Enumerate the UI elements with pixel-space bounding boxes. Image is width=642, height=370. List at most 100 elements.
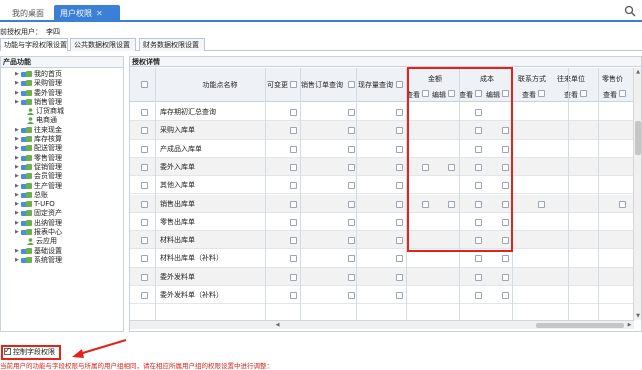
- expand-arrow-icon[interactable]: ▶: [15, 70, 19, 79]
- row-change-checkbox[interactable]: [290, 200, 297, 208]
- tree-item[interactable]: ▶ 出纳管理: [1, 219, 123, 228]
- row-sales-checkbox[interactable]: [348, 218, 355, 226]
- row-change-checkbox[interactable]: [290, 292, 297, 299]
- expand-arrow-icon[interactable]: ▶: [15, 200, 19, 209]
- row-select-checkbox[interactable]: [141, 145, 148, 153]
- tree-item[interactable]: ▶ 委外管理: [1, 89, 123, 98]
- expand-arrow-icon[interactable]: ▶: [15, 228, 19, 237]
- row-sales-checkbox[interactable]: [348, 145, 355, 153]
- row-sales-checkbox[interactable]: [348, 127, 355, 135]
- row-contact-view-checkbox[interactable]: [538, 200, 545, 208]
- row-sales-checkbox[interactable]: [348, 273, 355, 281]
- row-cost-view-checkbox[interactable]: [475, 255, 482, 263]
- expand-arrow-icon[interactable]: ▶: [15, 163, 19, 172]
- tree-item[interactable]: 云应用: [1, 237, 123, 246]
- tree-item[interactable]: ▶ 零售管理: [1, 154, 123, 163]
- tree-item[interactable]: ▶ 促销管理: [1, 163, 123, 172]
- row-cost-edit-checkbox[interactable]: [502, 255, 509, 263]
- row-stock-checkbox[interactable]: [396, 182, 403, 190]
- expand-arrow-icon[interactable]: ▶: [15, 191, 19, 200]
- expand-arrow-icon[interactable]: ▶: [15, 209, 19, 218]
- tree-item[interactable]: ▶ 固定资产: [1, 209, 123, 218]
- row-retail-view-checkbox[interactable]: [619, 200, 626, 208]
- tree-item[interactable]: ▶ 总账: [1, 191, 123, 200]
- scroll-left-arrow-icon[interactable]: ◀: [273, 321, 282, 329]
- row-stock-checkbox[interactable]: [396, 273, 403, 281]
- row-select-checkbox[interactable]: [141, 237, 148, 245]
- col-stock-checkbox[interactable]: [396, 81, 403, 88]
- row-cost-edit-checkbox[interactable]: [502, 273, 509, 281]
- vertical-scroll-thumb[interactable]: [635, 121, 641, 155]
- row-stock-checkbox[interactable]: [396, 255, 403, 263]
- expand-arrow-icon[interactable]: ▶: [15, 219, 19, 228]
- scroll-right-arrow-icon[interactable]: ▶: [625, 321, 634, 329]
- col-change-checkbox[interactable]: [290, 81, 297, 88]
- scroll-down-arrow-icon[interactable]: ▼: [634, 312, 642, 320]
- close-icon[interactable]: ✕: [96, 9, 103, 18]
- row-change-checkbox[interactable]: [290, 255, 297, 263]
- vertical-scrollbar[interactable]: ▲ ▼: [633, 68, 641, 320]
- tree-item[interactable]: ▶ 采购管理: [1, 79, 123, 88]
- row-select-checkbox[interactable]: [141, 109, 148, 116]
- row-stock-checkbox[interactable]: [396, 163, 403, 171]
- expand-arrow-icon[interactable]: ▶: [15, 98, 19, 107]
- row-change-checkbox[interactable]: [290, 127, 297, 135]
- row-stock-checkbox[interactable]: [396, 109, 403, 116]
- row-select-checkbox[interactable]: [141, 292, 148, 299]
- expand-arrow-icon[interactable]: ▶: [15, 89, 19, 98]
- row-sales-checkbox[interactable]: [348, 255, 355, 263]
- row-sales-checkbox[interactable]: [348, 182, 355, 190]
- row-sales-checkbox[interactable]: [348, 292, 355, 299]
- row-change-checkbox[interactable]: [290, 182, 297, 190]
- expand-arrow-icon[interactable]: ▶: [15, 256, 19, 265]
- row-stock-checkbox[interactable]: [396, 292, 403, 299]
- tree-item[interactable]: ▶ 会员管理: [1, 172, 123, 181]
- row-sales-checkbox[interactable]: [348, 109, 355, 116]
- tree-item[interactable]: ▶ 库存核算: [1, 135, 123, 144]
- row-cost-view-checkbox[interactable]: [475, 273, 482, 281]
- row-change-checkbox[interactable]: [290, 145, 297, 153]
- retail-view-checkbox[interactable]: [619, 90, 626, 97]
- tree-item[interactable]: ▶ 生产管理: [1, 182, 123, 191]
- expand-arrow-icon[interactable]: ▶: [15, 135, 19, 144]
- expand-arrow-icon[interactable]: ▶: [15, 172, 19, 181]
- row-stock-checkbox[interactable]: [396, 218, 403, 226]
- row-change-checkbox[interactable]: [290, 163, 297, 171]
- expand-arrow-icon[interactable]: ▶: [15, 79, 19, 88]
- tree-item[interactable]: ▶ 基础设置: [1, 247, 123, 256]
- tree-item[interactable]: ▶ 配送管理: [1, 144, 123, 153]
- tree-item[interactable]: 电商通: [1, 116, 123, 125]
- search-icon[interactable]: [624, 5, 636, 17]
- tree-item[interactable]: ▶ T-UFO: [1, 200, 123, 209]
- row-change-checkbox[interactable]: [290, 218, 297, 226]
- tab-my-desktop[interactable]: 我的桌面: [6, 5, 50, 22]
- expand-arrow-icon[interactable]: ▶: [15, 144, 19, 153]
- row-select-checkbox[interactable]: [141, 273, 148, 281]
- row-select-checkbox[interactable]: [141, 127, 148, 135]
- row-stock-checkbox[interactable]: [396, 200, 403, 208]
- row-sales-checkbox[interactable]: [348, 237, 355, 245]
- tree-item[interactable]: ▶ 销售管理: [1, 98, 123, 107]
- expand-arrow-icon[interactable]: ▶: [15, 154, 19, 163]
- tree-item[interactable]: ▶ 系统管理: [1, 256, 123, 265]
- row-stock-checkbox[interactable]: [396, 237, 403, 245]
- row-select-checkbox[interactable]: [141, 200, 148, 208]
- tree-item[interactable]: ▶ 我的首页: [1, 70, 123, 79]
- subtab-function-field[interactable]: 功能与字段权限设置: [0, 38, 68, 51]
- unit-view-checkbox[interactable]: [580, 90, 587, 97]
- row-select-checkbox[interactable]: [141, 255, 148, 263]
- row-change-checkbox[interactable]: [290, 109, 297, 116]
- row-select-checkbox[interactable]: [141, 163, 148, 171]
- tree-item[interactable]: ▶ 往来现金: [1, 126, 123, 135]
- expand-arrow-icon[interactable]: ▶: [15, 126, 19, 135]
- tree-item[interactable]: 订货商城: [1, 107, 123, 116]
- subtab-finance-data[interactable]: 财务数据权限设置: [139, 38, 205, 51]
- horizontal-scrollbar[interactable]: ◀ ▶: [130, 320, 634, 329]
- expand-arrow-icon[interactable]: ▶: [15, 247, 19, 256]
- row-stock-checkbox[interactable]: [396, 145, 403, 153]
- row-cost-edit-checkbox[interactable]: [502, 292, 509, 299]
- tree-item[interactable]: ▶ 报表中心: [1, 228, 123, 237]
- select-all-checkbox[interactable]: [141, 81, 148, 88]
- contact-view-checkbox[interactable]: [538, 90, 545, 97]
- scroll-up-arrow-icon[interactable]: ▲: [634, 68, 642, 76]
